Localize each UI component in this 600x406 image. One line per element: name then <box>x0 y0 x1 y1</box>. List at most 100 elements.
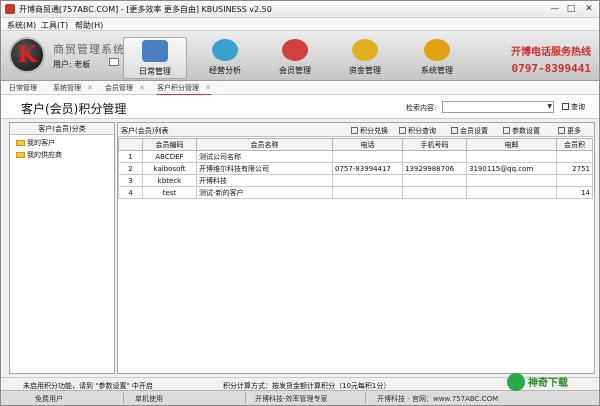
member-email <box>466 174 557 187</box>
member-points <box>556 174 593 187</box>
member-icon <box>451 127 458 134</box>
category-panel: 客户(会员)分类 我的客户 我的供应商 <box>9 122 115 374</box>
website-link[interactable]: 开博科技 - 官网：www.757ABC.COM <box>377 394 498 404</box>
member-mobile: 13929988706 <box>402 162 467 175</box>
column-header[interactable]: 会员名称 <box>196 138 333 151</box>
nav-system-label: 系统管理 <box>421 66 453 75</box>
menu-tools[interactable]: 工具(T) <box>41 20 68 31</box>
member-email <box>466 150 557 163</box>
column-header[interactable]: 手机号码 <box>402 138 467 151</box>
page-title: 客户(会员)积分管理 <box>21 102 127 116</box>
query-button[interactable]: 查询 <box>562 102 585 112</box>
nav-daily[interactable]: 日常管理 <box>123 37 187 79</box>
divider <box>123 393 124 404</box>
calendar-icon <box>142 40 168 62</box>
member-phone <box>332 174 403 187</box>
tab-members[interactable]: 会员管理 ✕ <box>105 83 145 93</box>
member-code: kaibosoft <box>142 162 197 175</box>
window-title: 开博商贸通[757ABC.COM] - [更多效率 更多自由] KBUSINES… <box>19 5 272 14</box>
tab-system[interactable]: 系统管理 ✕ <box>53 83 93 93</box>
maximize-button[interactable]: □ <box>563 3 579 15</box>
hotline-label: 开博电话服务热线 <box>511 47 591 58</box>
close-icon[interactable]: ✕ <box>87 84 93 92</box>
tree-item-customers[interactable]: 我的客户 <box>16 138 108 148</box>
row-number: 3 <box>118 174 143 187</box>
chevron-down-icon[interactable]: ▼ <box>547 103 552 110</box>
tab-daily[interactable]: 日常管理 <box>9 83 37 93</box>
row-number: 4 <box>118 186 143 199</box>
points-query-button[interactable]: 积分查询 <box>399 126 436 136</box>
menu-bar: 系统(M) 工具(T) 帮助(H) <box>1 18 599 31</box>
company-slogan: 开博科技-效率管理专家 <box>255 395 328 403</box>
hotline-number: 0797-8399441 <box>511 62 591 75</box>
member-list-panel: 客户(会员)列表 积分兑换 积分查询 会员设置 参数设置 更多 会员编码 会员名… <box>117 122 595 374</box>
member-code: test <box>142 186 197 199</box>
column-header[interactable]: 电话 <box>332 138 403 151</box>
member-code: kbteck <box>142 174 197 187</box>
title-bar: 开博商贸通[757ABC.COM] - [更多效率 更多自由] KBUSINES… <box>1 1 599 18</box>
member-mobile <box>402 174 467 187</box>
exchange-icon <box>351 127 358 134</box>
nav-members-label: 会员管理 <box>279 66 311 75</box>
license-type: 免费用户 <box>35 395 63 403</box>
minimize-button[interactable]: — <box>547 3 563 15</box>
nav-funds-label: 资金管理 <box>349 66 381 75</box>
page-header: 客户(会员)积分管理 检索内容: ▼ 查询 <box>1 95 599 119</box>
query-icon <box>399 127 406 134</box>
member-name: 开博维尔科技有限公司 <box>196 162 333 175</box>
member-points <box>556 150 593 163</box>
table-row[interactable]: 3 kbteck 开博科技 <box>118 174 593 187</box>
system-name: 商贸管理系统 <box>53 43 125 56</box>
search-input[interactable]: ▼ <box>442 101 554 113</box>
member-settings-button[interactable]: 会员设置 <box>451 126 488 136</box>
menu-system[interactable]: 系统(M) <box>7 20 36 31</box>
close-button[interactable]: ✕ <box>581 3 597 15</box>
message-icon[interactable] <box>109 58 119 66</box>
member-mobile <box>402 186 467 199</box>
menu-help[interactable]: 帮助(H) <box>75 20 103 31</box>
nav-members[interactable]: 会员管理 <box>263 37 327 79</box>
search-label: 检索内容: <box>406 104 437 112</box>
column-header[interactable] <box>118 138 143 151</box>
category-header: 客户(会员)分类 <box>10 123 114 135</box>
usage-mode: 单机使用 <box>135 395 163 403</box>
settings-icon <box>503 127 510 134</box>
app-icon <box>5 4 15 14</box>
nav-system[interactable]: 系统管理 <box>405 37 469 79</box>
member-name: 测试-新的客户 <box>196 186 333 199</box>
more-button[interactable]: 更多 <box>558 126 581 136</box>
coins-icon <box>352 39 378 61</box>
member-code: ABCDEF <box>142 150 197 163</box>
tools-icon <box>558 127 565 134</box>
member-email <box>466 186 557 199</box>
close-icon[interactable]: ✕ <box>139 84 145 92</box>
nav-analysis-label: 经营分析 <box>209 66 241 75</box>
member-name: 开博科技 <box>196 174 333 187</box>
divider <box>365 393 366 404</box>
table-row[interactable]: 1 ABCDEF 测试公司名称 <box>118 150 593 163</box>
gear-icon <box>424 39 450 61</box>
divider <box>245 393 246 404</box>
watermark-logo-icon <box>507 373 525 391</box>
nav-daily-label: 日常管理 <box>139 67 171 76</box>
column-header[interactable]: 电邮 <box>466 138 557 151</box>
folder-icon <box>16 140 25 146</box>
parameter-settings-button[interactable]: 参数设置 <box>503 126 540 136</box>
close-icon[interactable]: ✕ <box>205 84 211 92</box>
member-points: 14 <box>556 186 593 199</box>
nav-analysis[interactable]: 经营分析 <box>193 37 257 79</box>
nav-funds[interactable]: 资金管理 <box>333 37 397 79</box>
column-header[interactable]: 会员积 <box>556 138 593 151</box>
pie-chart-icon <box>212 39 238 61</box>
watermark: 神奇下载 <box>507 373 568 395</box>
table-row[interactable]: 4 test 测试-新的客户 14 <box>118 186 593 199</box>
tree-item-suppliers[interactable]: 我的供应商 <box>16 150 108 160</box>
tab-strip: 日常管理 系统管理 ✕ 会员管理 ✕ 客户积分管理 ✕ <box>1 81 599 96</box>
member-email: 3190115@qq.com <box>466 162 557 175</box>
member-name: 测试公司名称 <box>196 150 333 163</box>
member-phone <box>332 186 403 199</box>
table-row[interactable]: 2 kaibosoft 开博维尔科技有限公司 0757-83994417 139… <box>118 162 593 175</box>
app-window: 开博商贸通[757ABC.COM] - [更多效率 更多自由] KBUSINES… <box>0 0 600 406</box>
points-exchange-button[interactable]: 积分兑换 <box>351 126 388 136</box>
column-header[interactable]: 会员编码 <box>142 138 197 151</box>
